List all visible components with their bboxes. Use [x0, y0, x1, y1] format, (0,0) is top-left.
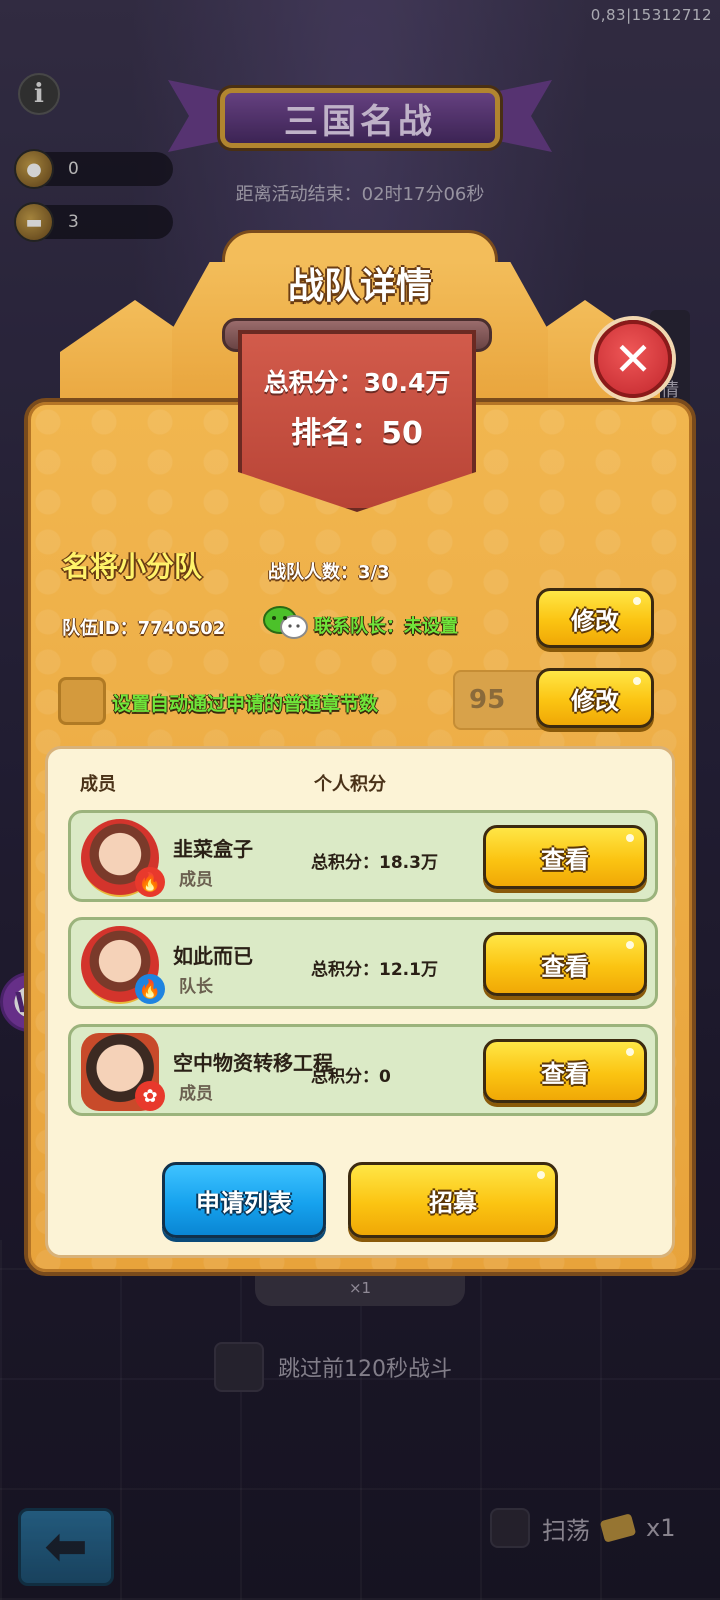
member-avatar: 🔥 — [77, 815, 165, 901]
view-member-button[interactable]: 查看 — [483, 932, 647, 996]
apply-list-button[interactable]: 申请列表 — [162, 1162, 326, 1238]
member-column-header: 成员 — [80, 774, 116, 795]
wechat-icon — [263, 606, 308, 639]
view-member-label: 查看 — [541, 952, 589, 981]
flame-icon: 🔥 — [135, 974, 165, 1004]
member-role: 成员 — [179, 870, 213, 890]
apply-list-label: 申请列表 — [196, 1188, 292, 1217]
team-member-count: 战队人数：3/3 — [268, 562, 390, 583]
member-row: ✿ 空中物资转移工程 成员 总积分：0 查看 — [68, 1024, 658, 1116]
dialog-title: 战队详情 — [287, 266, 432, 307]
view-member-label: 查看 — [541, 845, 589, 874]
modify-auto-approve-button[interactable]: 修改 — [536, 668, 654, 728]
modify-contact-button[interactable]: 修改 — [536, 588, 654, 648]
view-member-button[interactable]: 查看 — [483, 825, 647, 889]
member-score: 总积分：0 — [311, 1067, 391, 1087]
member-score: 总积分：12.1万 — [311, 960, 438, 980]
team-name: 名将小分队 — [62, 550, 203, 583]
auto-approve-checkbox[interactable] — [58, 677, 106, 725]
modify-contact-label: 修改 — [571, 606, 619, 635]
recruit-label: 招募 — [429, 1188, 477, 1217]
member-name: 如此而已 — [173, 944, 253, 968]
member-role: 成员 — [179, 1084, 213, 1104]
close-button[interactable]: ✕ — [594, 320, 672, 398]
member-name: 韭菜盒子 — [173, 837, 253, 861]
member-avatar: 🔥 — [77, 922, 165, 1008]
close-icon: ✕ — [613, 332, 653, 386]
fire-icon: 🔥 — [135, 867, 165, 897]
auto-approve-chapter-input[interactable]: 95 — [453, 670, 549, 730]
paw-icon: ✿ — [135, 1081, 165, 1111]
modify-auto-approve-label: 修改 — [571, 686, 619, 715]
team-rank: 排名：50 — [291, 416, 423, 451]
contact-captain: 联系队长：未设置 — [314, 616, 458, 637]
member-role: 队长 — [179, 977, 213, 997]
member-avatar: ✿ — [77, 1029, 165, 1115]
team-total-score: 总积分：30.4万 — [263, 368, 451, 397]
recruit-button[interactable]: 招募 — [348, 1162, 558, 1238]
view-member-button[interactable]: 查看 — [483, 1039, 647, 1103]
team-id: 队伍ID：7740502 — [62, 618, 226, 639]
member-name: 空中物资转移工程 — [173, 1051, 333, 1075]
member-score: 总积分：18.3万 — [311, 853, 438, 873]
member-row: 🔥 如此而已 队长 总积分：12.1万 查看 — [68, 917, 658, 1009]
member-row: 🔥 韭菜盒子 成员 总积分：18.3万 查看 — [68, 810, 658, 902]
auto-approve-label: 设置自动通过申请的普通章节数 — [112, 693, 379, 715]
view-member-label: 查看 — [541, 1059, 589, 1088]
score-column-header: 个人积分 — [314, 774, 386, 795]
